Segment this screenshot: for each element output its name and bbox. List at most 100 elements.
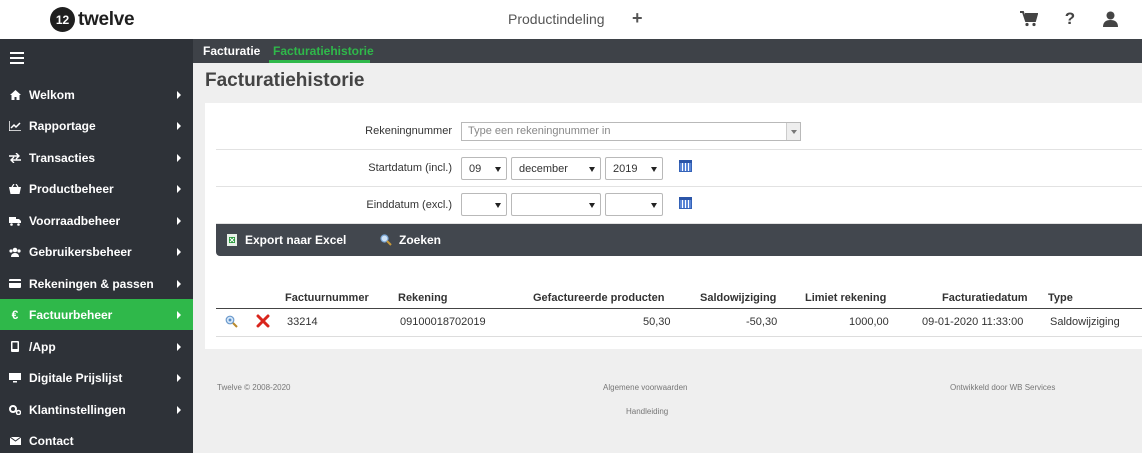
- sidebar-item-welkom[interactable]: Welkom: [0, 79, 193, 110]
- chevron-right-icon: [177, 279, 181, 288]
- sidebar-item-voorraadbeheer[interactable]: Voorraadbeheer: [0, 205, 193, 236]
- sidebar-item-gebruikersbeheer[interactable]: Gebruikersbeheer: [0, 236, 193, 267]
- sidebar-item-label: Rapportage: [29, 118, 96, 133]
- column-header-gefactureerde-producten[interactable]: Gefactureerde producten: [533, 292, 664, 304]
- monitor-icon: [9, 372, 21, 383]
- cell-rekening: 09100018702019: [400, 316, 486, 328]
- mobile-icon: [9, 341, 21, 352]
- sidebar-item-contact[interactable]: Contact: [0, 425, 193, 453]
- account-number-placeholder: Type een rekeningnummer in: [468, 125, 611, 137]
- plus-icon[interactable]: +: [632, 8, 643, 29]
- basket-icon: [9, 183, 21, 194]
- chevron-down-icon[interactable]: [786, 123, 800, 140]
- end-month-select[interactable]: [511, 193, 601, 216]
- logo[interactable]: 12 twelve: [50, 7, 135, 32]
- sidebar-item-rekeningen-passen[interactable]: Rekeningen & passen: [0, 268, 193, 299]
- chevron-right-icon: [177, 184, 181, 193]
- envelope-icon: [9, 436, 21, 445]
- chevron-right-icon: [177, 342, 181, 351]
- cogs-icon: [9, 404, 21, 415]
- chevron-right-icon: [177, 373, 181, 382]
- chevron-right-icon: [177, 121, 181, 130]
- card-icon: [9, 279, 21, 288]
- chevron-right-icon: [177, 247, 181, 256]
- users-icon: [9, 247, 21, 257]
- column-header-factuurnummer[interactable]: Factuurnummer: [285, 292, 369, 304]
- logo-badge: 12: [50, 7, 75, 32]
- footer-developer-link[interactable]: Ontwikkeld door WB Services: [950, 383, 1055, 392]
- account-number-input[interactable]: Type een rekeningnummer in: [461, 122, 801, 141]
- help-icon[interactable]: ?: [1060, 9, 1080, 29]
- footer-copyright: Twelve © 2008-2020: [217, 383, 291, 392]
- sidebar-item-label: Contact: [29, 433, 74, 448]
- logo-text: twelve: [78, 8, 135, 30]
- end-year-select[interactable]: [605, 193, 663, 216]
- truck-icon: [9, 216, 21, 226]
- sidebar-item-digitale-prijslijst[interactable]: Digitale Prijslijst: [0, 362, 193, 393]
- cell-limiet-rekening: 1000,00: [849, 316, 889, 328]
- magnify-icon[interactable]: [225, 315, 238, 328]
- sidebar-item-factuurbeheer[interactable]: € Factuurbeheer: [0, 299, 193, 330]
- sidebar-item-label: /App: [29, 339, 56, 354]
- product-layout-link[interactable]: Productindeling: [508, 11, 605, 27]
- chart-icon: [9, 120, 21, 131]
- calendar-icon[interactable]: [679, 197, 692, 209]
- column-header-limiet-rekening[interactable]: Limiet rekening: [805, 292, 886, 304]
- home-icon: [9, 89, 21, 100]
- export-excel-label: Export naar Excel: [245, 233, 347, 247]
- chevron-right-icon: [177, 310, 181, 319]
- footer-manual-link[interactable]: Handleiding: [626, 407, 668, 416]
- chevron-right-icon: [177, 153, 181, 162]
- sidebar-item-label: Klantinstellingen: [29, 402, 126, 417]
- tab-facturatiehistorie[interactable]: Facturatiehistorie: [273, 44, 374, 58]
- export-excel-button[interactable]: Export naar Excel: [226, 233, 346, 247]
- column-header-rekening[interactable]: Rekening: [398, 292, 448, 304]
- delete-icon[interactable]: [256, 314, 270, 328]
- start-year-select[interactable]: 2019: [605, 157, 663, 180]
- account-label: Rekeningnummer: [365, 125, 452, 137]
- sidebar-item-label: Voorraadbeheer: [29, 213, 121, 228]
- top-bar: 12 twelve Productindeling + ?: [0, 0, 1142, 39]
- footer-terms-link[interactable]: Algemene voorwaarden: [603, 383, 688, 392]
- page-title: Facturatiehistorie: [205, 70, 365, 91]
- end-date-label: Einddatum (excl.): [366, 199, 452, 211]
- euro-icon: €: [11, 307, 19, 322]
- chevron-right-icon: [177, 216, 181, 225]
- column-header-facturatiedatum[interactable]: Facturatiedatum: [942, 292, 1028, 304]
- search-button[interactable]: Zoeken: [380, 233, 441, 247]
- sidebar-item-label: Factuurbeheer: [29, 307, 113, 322]
- column-header-saldowijziging[interactable]: Saldowijziging: [700, 292, 776, 304]
- table-header-divider: [216, 308, 1142, 309]
- sidebar-item-label: Welkom: [29, 87, 75, 102]
- sidebar-item-rapportage[interactable]: Rapportage: [0, 110, 193, 141]
- table-row-divider: [216, 336, 1142, 337]
- cell-factuurnummer: 33214: [287, 316, 318, 328]
- menu-icon[interactable]: [10, 52, 24, 67]
- user-icon[interactable]: [1100, 9, 1120, 29]
- sidebar-item-label: Productbeheer: [29, 181, 114, 196]
- excel-icon: [227, 234, 237, 246]
- chevron-right-icon: [177, 90, 181, 99]
- start-date-label: Startdatum (incl.): [368, 162, 452, 174]
- sidebar-item-klantinstellingen[interactable]: Klantinstellingen: [0, 394, 193, 425]
- cell-facturatiedatum: 09-01-2020 11:33:00: [922, 316, 1024, 328]
- column-header-type[interactable]: Type: [1048, 292, 1073, 304]
- cell-saldowijziging: -50,30: [746, 316, 778, 328]
- cell-gefactureerde-producten: 50,30: [643, 316, 671, 328]
- start-day-select[interactable]: 09: [461, 157, 507, 180]
- sidebar-item-label: Rekeningen & passen: [29, 276, 154, 291]
- end-day-select[interactable]: [461, 193, 507, 216]
- sidebar-item-app[interactable]: /App: [0, 331, 193, 362]
- sidebar-item-label: Gebruikersbeheer: [29, 244, 132, 259]
- search-label: Zoeken: [399, 233, 442, 247]
- search-icon: [380, 234, 392, 246]
- sidebar-item-label: Digitale Prijslijst: [29, 370, 123, 385]
- calendar-icon[interactable]: [679, 160, 692, 172]
- tab-facturatie[interactable]: Facturatie: [203, 44, 260, 58]
- transfer-icon: [9, 152, 21, 163]
- sidebar-item-productbeheer[interactable]: Productbeheer: [0, 173, 193, 204]
- sidebar-item-transacties[interactable]: Transacties: [0, 142, 193, 173]
- start-month-select[interactable]: december: [511, 157, 601, 180]
- cell-type: Saldowijziging: [1050, 316, 1120, 328]
- cart-icon[interactable]: [1019, 9, 1039, 29]
